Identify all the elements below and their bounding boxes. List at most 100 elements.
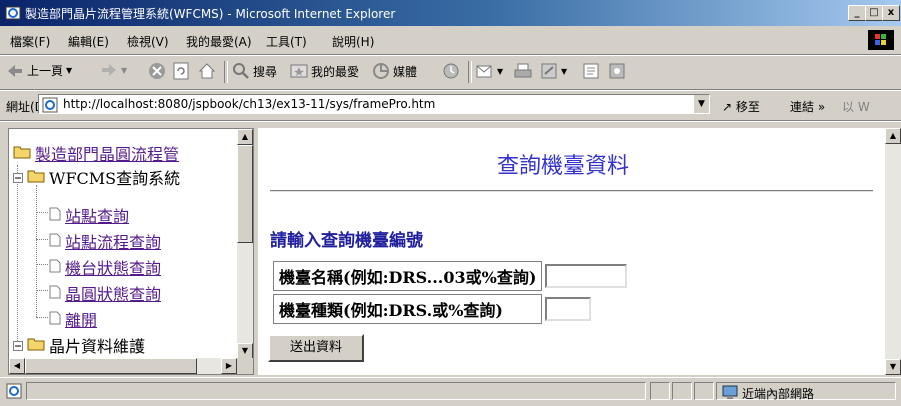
navigation-tree: 製造部門晶圓流程管 WFCMS查詢系統 站點查詢 站點流程查詢 機台狀態查詢 晶… [9,129,237,359]
tree-connector [36,317,48,318]
links-button[interactable]: 連結 » [790,98,825,115]
menu-view[interactable]: 檢視(V) [127,33,169,50]
windows-logo-icon [868,30,894,50]
zone-label: 近端內部網路 [742,387,815,401]
tree-vertical-scrollbar[interactable]: ▲ ▼ [237,129,253,359]
scroll-up-arrow-icon[interactable]: ▲ [885,128,901,144]
machine-type-input[interactable] [545,297,592,321]
address-dropdown-icon[interactable]: ▼ [693,95,709,113]
back-arrow-icon [6,63,24,79]
history-icon [442,62,460,80]
navigation-frame: 製造部門晶圓流程管 WFCMS查詢系統 站點查詢 站點流程查詢 機台狀態查詢 晶… [8,128,254,375]
stop-icon [148,62,166,80]
content-vertical-scrollbar[interactable]: ▲ ▼ [885,128,901,375]
home-icon [198,62,216,80]
tree-horizontal-scrollbar[interactable]: ◀ ▶ [9,358,237,374]
back-label: 上一頁 [27,64,64,78]
tree-item-station-query[interactable]: 站點查詢 [49,203,129,227]
tree-item-machine-status-query[interactable]: 機台狀態查詢 [49,255,161,279]
menu-bar: 檔案(F) 編輯(E) 檢視(V) 我的最愛(A) 工具(T) 說明(H) [0,27,901,55]
address-url: http://localhost:8080/jspbook/ch13/ex13-… [63,97,436,111]
form-heading: 請輸入查詢機臺編號 [270,231,423,251]
scroll-right-arrow-icon[interactable]: ▶ [221,358,237,374]
tree-group-label: WFCMS查詢系統 [49,169,181,188]
refresh-button[interactable] [172,62,190,80]
address-bar: 網址(D) http://localhost:8080/jspbook/ch13… [0,90,901,121]
divider [270,190,873,192]
tree-item-wafer-status-query[interactable]: 晶圓狀態查詢 [49,281,161,305]
search-icon [232,62,250,80]
scroll-down-arrow-icon[interactable]: ▼ [237,343,253,359]
title-bar: 製造部門晶片流程管理系統(WFCMS) - Microsoft Internet… [0,0,901,26]
media-icon [372,62,390,80]
forward-arrow-icon [100,62,118,78]
status-bar: 近端內部網路 [0,377,901,406]
tree-root-item[interactable]: 製造部門晶圓流程管 [13,141,179,165]
status-pane [694,382,714,400]
menu-help[interactable]: 說明(H) [332,33,374,50]
chevron-down-icon: ▼ [66,66,73,75]
address-input[interactable]: http://localhost:8080/jspbook/ch13/ex13-… [38,94,710,114]
menu-edit[interactable]: 編輯(E) [68,33,109,50]
input-cell [545,261,628,291]
chevron-down-icon: ▼ [497,66,504,76]
tree-connector [36,185,37,317]
discuss-button[interactable] [582,62,600,80]
scroll-thumb[interactable] [237,145,253,243]
scroll-down-arrow-icon[interactable]: ▼ [885,359,901,375]
favorites-button[interactable]: 我的最愛 [290,62,359,80]
tree-link[interactable]: 站點流程查詢 [65,229,161,253]
tree-item-exit[interactable]: 離開 [49,307,97,331]
tree-link[interactable]: 機台狀態查詢 [65,255,161,279]
forward-button[interactable]: ▼ [100,62,127,78]
media-button[interactable]: 媒體 [372,62,417,80]
scroll-thumb[interactable] [25,358,197,374]
favorites-icon [290,62,308,80]
submit-button[interactable]: 送出資料 [268,334,364,362]
local-intranet-icon [722,384,738,403]
print-button[interactable] [514,62,532,80]
open-folder-icon [13,144,31,163]
status-pane [650,382,670,400]
tree-group-maintenance[interactable]: 晶片資料維護 [13,333,145,357]
mail-icon [476,62,494,80]
tree-root-link[interactable]: 製造部門晶圓流程管 [35,141,179,165]
scrollbar-corner [237,358,253,374]
home-button[interactable] [198,62,216,80]
tree-group-query[interactable]: WFCMS查詢系統 [13,165,180,189]
edit-page-icon [540,62,558,80]
status-pane [672,382,692,400]
tree-link[interactable]: 晶圓狀態查詢 [65,281,161,305]
minimize-button[interactable]: _ [848,5,866,21]
back-button[interactable]: 上一頁 ▼ [6,62,72,79]
mail-button[interactable]: ▼ [476,62,503,80]
stop-button[interactable] [148,62,166,80]
edit-button[interactable]: ▼ [540,62,567,80]
search-button[interactable]: 搜尋 [232,62,277,80]
window-title: 製造部門晶片流程管理系統(WFCMS) - Microsoft Internet… [25,7,396,21]
page-icon [49,284,61,303]
menu-tools[interactable]: 工具(T) [266,33,307,50]
history-button[interactable] [442,62,460,80]
maximize-button[interactable]: □ [865,5,883,21]
form-row: 機臺名稱(例如:DRS...03或%查詢) [273,261,628,291]
menu-file[interactable]: 檔案(F) [10,33,50,50]
tree-link[interactable]: 離開 [65,307,97,331]
scroll-left-arrow-icon[interactable]: ◀ [9,358,25,374]
messenger-button[interactable] [608,62,626,80]
security-zone[interactable]: 近端內部網路 [722,384,814,403]
tree-connector [17,165,18,345]
go-label: 移至 [735,100,760,114]
print-icon [514,62,532,80]
close-button[interactable]: x [882,5,900,21]
scroll-up-arrow-icon[interactable]: ▲ [237,129,253,145]
chevron-down-icon: ▼ [121,65,128,75]
machine-name-input[interactable] [545,264,628,288]
tree-item-station-flow-query[interactable]: 站點流程查詢 [49,229,161,253]
tree-link[interactable]: 站點查詢 [65,203,129,227]
go-button[interactable]: ↗ 移至 [722,98,760,115]
page-icon [49,258,61,277]
query-form-table: 機臺名稱(例如:DRS...03或%查詢) 機臺種類(例如:DRS.或%查詢) [270,258,630,327]
menu-favorites[interactable]: 我的最愛(A) [186,33,252,50]
windows-link[interactable]: 以 W [842,98,870,115]
